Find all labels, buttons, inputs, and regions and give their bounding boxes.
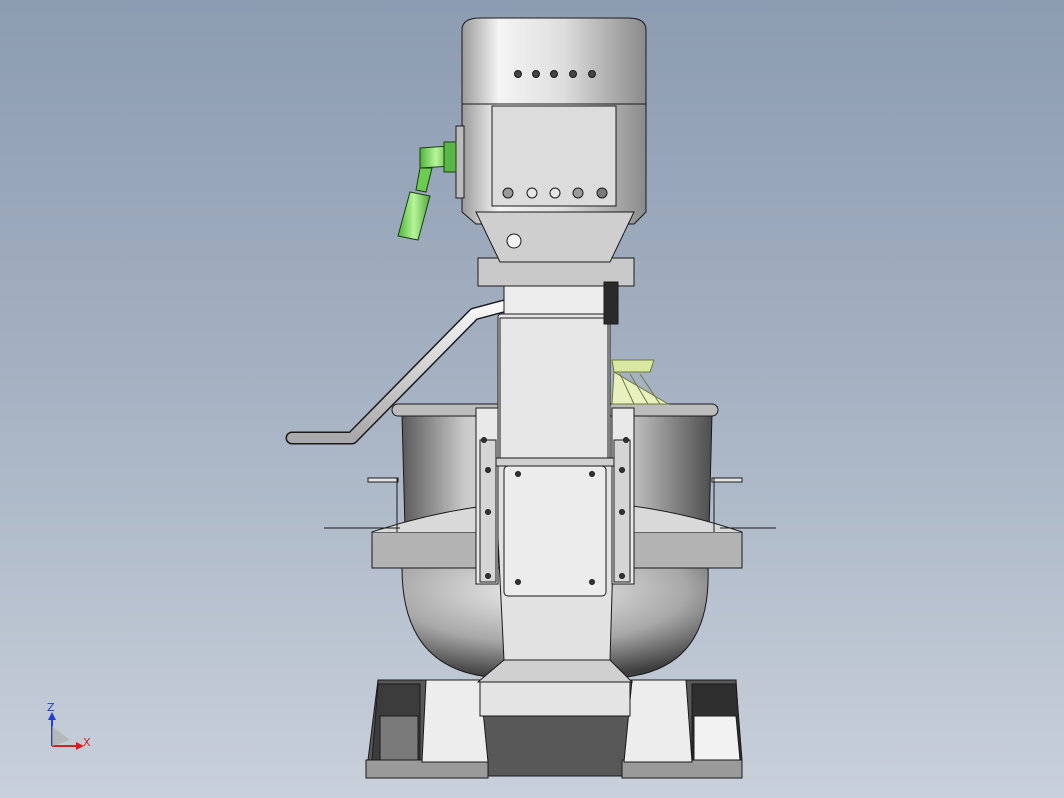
cad-viewport[interactable]: Z X: [0, 0, 1064, 798]
z-axis-label: Z: [47, 701, 55, 714]
triad-plane: [52, 726, 70, 746]
axis-triad: Z X: [47, 701, 91, 750]
x-axis-label: X: [83, 736, 91, 749]
